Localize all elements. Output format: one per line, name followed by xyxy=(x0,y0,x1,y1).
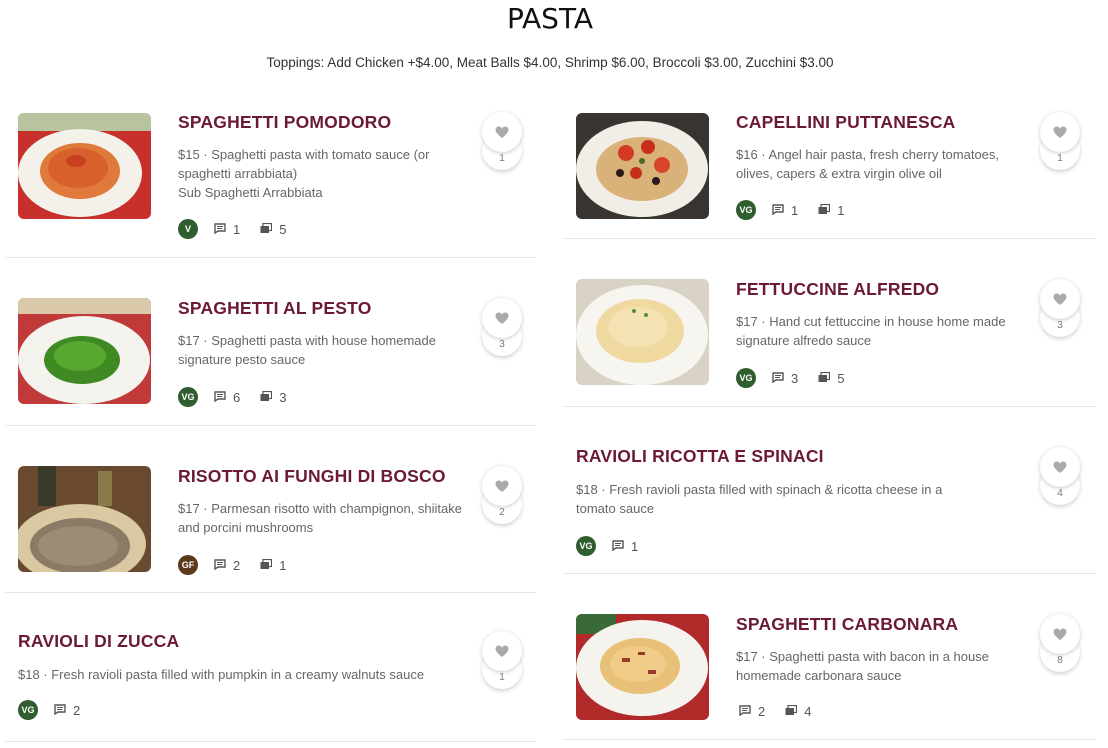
menu-item-name[interactable]: RAVIOLI RICOTTA E SPINACI xyxy=(576,446,824,467)
favorite-button[interactable]: 3 xyxy=(1040,279,1080,337)
photo-icon[interactable] xyxy=(785,704,798,719)
photo-count: 1 xyxy=(279,557,287,573)
favorite-button[interactable]: 3 xyxy=(482,298,522,356)
menu-item-ravioli-di-zucca[interactable]: RAVIOLI DI ZUCCA $18 · Fresh ravioli pas… xyxy=(5,593,536,742)
vegetarian-badge: V xyxy=(178,219,198,239)
menu-item-ravioli-ricotta-e-spinaci[interactable]: RAVIOLI RICOTTA E SPINACI $18 · Fresh ra… xyxy=(563,407,1096,574)
heart-icon xyxy=(1053,461,1067,473)
menu-column-right: CAPELLINI PUTTANESCA $16 · Angel hair pa… xyxy=(563,94,1096,740)
menu-item-spaghetti-carbonara[interactable]: SPAGHETTI CARBONARA $17 · Spaghetti past… xyxy=(563,574,1096,740)
vegan-badge: VG xyxy=(736,368,756,388)
menu-item-photo[interactable] xyxy=(18,298,151,404)
favorite-count: 1 xyxy=(499,153,505,164)
photo-icon[interactable] xyxy=(260,222,273,237)
menu-item-description: $17 · Parmesan risotto with champignon, … xyxy=(178,501,462,535)
favorite-count: 2 xyxy=(499,507,505,518)
comment-icon[interactable] xyxy=(214,222,226,237)
photo-icon[interactable] xyxy=(260,390,273,405)
heart-icon xyxy=(1053,126,1067,138)
menu-item-name[interactable]: RISOTTO AI FUNGHI DI BOSCO xyxy=(178,466,446,487)
menu-item-description: $18 · Fresh ravioli pasta filled with sp… xyxy=(576,482,943,516)
page-title: PASTA xyxy=(506,2,594,35)
comment-icon[interactable] xyxy=(739,704,751,719)
menu-item-description: $16 · Angel hair pasta, fresh cherry tom… xyxy=(736,147,1000,181)
photo-count: 5 xyxy=(837,370,845,386)
menu-item-capellini-puttanesca[interactable]: CAPELLINI PUTTANESCA $16 · Angel hair pa… xyxy=(563,94,1096,239)
comment-count: 2 xyxy=(233,557,241,573)
menu-item-spaghetti-pomodoro[interactable]: SPAGHETTI POMODORO $15 · Spaghetti pasta… xyxy=(5,94,536,258)
heart-icon xyxy=(495,312,509,324)
photo-count: 5 xyxy=(279,221,287,237)
menu-item-photo[interactable] xyxy=(576,279,709,385)
menu-item-name[interactable]: SPAGHETTI AL PESTO xyxy=(178,298,372,319)
menu-item-photo[interactable] xyxy=(18,466,151,572)
menu-item-risotto-ai-funghi[interactable]: RISOTTO AI FUNGHI DI BOSCO $17 · Parmesa… xyxy=(5,426,536,593)
photo-count: 4 xyxy=(804,704,812,719)
menu-item-spaghetti-al-pesto[interactable]: SPAGHETTI AL PESTO $17 · Spaghetti pasta… xyxy=(5,258,536,426)
gluten-free-badge: GF xyxy=(178,555,198,575)
menu-item-description: $17 · Spaghetti pasta with house homemad… xyxy=(178,333,437,367)
photo-count: 1 xyxy=(837,202,845,218)
menu-item-name[interactable]: SPAGHETTI CARBONARA xyxy=(736,614,958,635)
vegan-badge: VG xyxy=(178,387,198,407)
menu-item-description: $17 · Hand cut fettuccine in house home … xyxy=(736,314,1006,348)
favorite-button[interactable]: 1 xyxy=(482,631,522,689)
vegan-badge: VG xyxy=(576,536,596,556)
vegan-badge: VG xyxy=(18,700,38,720)
heart-icon xyxy=(495,480,509,492)
favorite-count: 4 xyxy=(1057,488,1063,499)
menu-item-description: $18 · Fresh ravioli pasta filled with pu… xyxy=(18,667,425,682)
comment-count: 1 xyxy=(233,221,241,237)
heart-icon xyxy=(495,645,509,657)
comment-icon[interactable] xyxy=(612,539,624,554)
menu-item-description: $17 · Spaghetti pasta with bacon in a ho… xyxy=(736,649,989,683)
photo-icon[interactable] xyxy=(818,203,831,218)
menu-column-left: SPAGHETTI POMODORO $15 · Spaghetti pasta… xyxy=(5,94,536,742)
comment-icon[interactable] xyxy=(772,371,784,386)
menu-item-photo[interactable] xyxy=(576,614,709,720)
heart-icon xyxy=(1053,293,1067,305)
menu-item-description: $15 · Spaghetti pasta with tomato sauce … xyxy=(178,147,430,181)
menu-item-name[interactable]: SPAGHETTI POMODORO xyxy=(178,112,391,133)
photo-count: 3 xyxy=(279,389,287,405)
comment-count: 3 xyxy=(791,370,799,386)
menu-item-photo[interactable] xyxy=(18,113,151,219)
comment-icon[interactable] xyxy=(54,703,66,718)
photo-icon[interactable] xyxy=(818,371,831,386)
comment-count: 1 xyxy=(631,538,639,554)
menu-item-name[interactable]: RAVIOLI DI ZUCCA xyxy=(18,631,179,652)
favorite-count: 1 xyxy=(1057,153,1063,164)
photo-icon[interactable] xyxy=(260,558,273,573)
heart-icon xyxy=(495,126,509,138)
favorite-count: 3 xyxy=(499,339,505,350)
menu-item-name[interactable]: FETTUCCINE ALFREDO xyxy=(736,279,939,300)
toppings-note: Toppings: Add Chicken +$4.00, Meat Balls… xyxy=(266,55,834,70)
comment-count: 6 xyxy=(233,389,241,405)
favorite-button[interactable]: 2 xyxy=(482,466,522,524)
comment-count: 2 xyxy=(73,702,81,718)
menu-item-fettuccine-alfredo[interactable]: FETTUCCINE ALFREDO $17 · Hand cut fettuc… xyxy=(563,239,1096,407)
comment-icon[interactable] xyxy=(214,558,226,573)
comment-icon[interactable] xyxy=(772,203,784,218)
menu-item-name[interactable]: CAPELLINI PUTTANESCA xyxy=(736,112,956,133)
heart-icon xyxy=(1053,628,1067,640)
favorite-button[interactable]: 4 xyxy=(1040,447,1080,505)
favorite-button[interactable]: 1 xyxy=(482,112,522,170)
favorite-count: 1 xyxy=(499,672,505,683)
comment-count: 2 xyxy=(758,704,766,719)
favorite-button[interactable]: 1 xyxy=(1040,112,1080,170)
favorite-count: 3 xyxy=(1057,320,1063,331)
comment-count: 1 xyxy=(791,202,799,218)
menu-item-sub-option: Sub Spaghetti Arrabbiata xyxy=(178,185,323,200)
menu-item-photo[interactable] xyxy=(576,113,709,219)
comment-icon[interactable] xyxy=(214,390,226,405)
favorite-button[interactable]: 8 xyxy=(1040,614,1080,672)
vegan-badge: VG xyxy=(736,200,756,220)
favorite-count: 8 xyxy=(1057,655,1063,666)
